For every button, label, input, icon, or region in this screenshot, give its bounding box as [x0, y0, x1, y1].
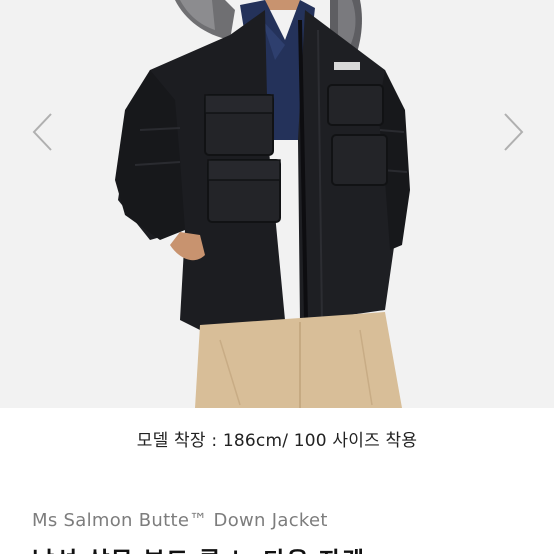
- chevron-right-icon: [504, 113, 524, 151]
- product-image-carousel[interactable]: [0, 0, 554, 408]
- model-fit-caption: 모델 착장 : 186cm/ 100 사이즈 착용: [136, 431, 418, 451]
- product-name-korean: 남성 살몬 뷰트 롱 노 다운 자켓: [32, 541, 365, 554]
- product-name-english: Ms Salmon Butte™ Down Jacket: [32, 510, 328, 531]
- carousel-next-button[interactable]: [494, 108, 534, 156]
- carousel-prev-button[interactable]: [22, 108, 62, 156]
- product-page: 모델 착장 : 186cm/ 100 사이즈 착용 Ms Salmon Butt…: [0, 0, 554, 554]
- product-photo: [0, 0, 554, 408]
- chevron-left-icon: [32, 113, 52, 151]
